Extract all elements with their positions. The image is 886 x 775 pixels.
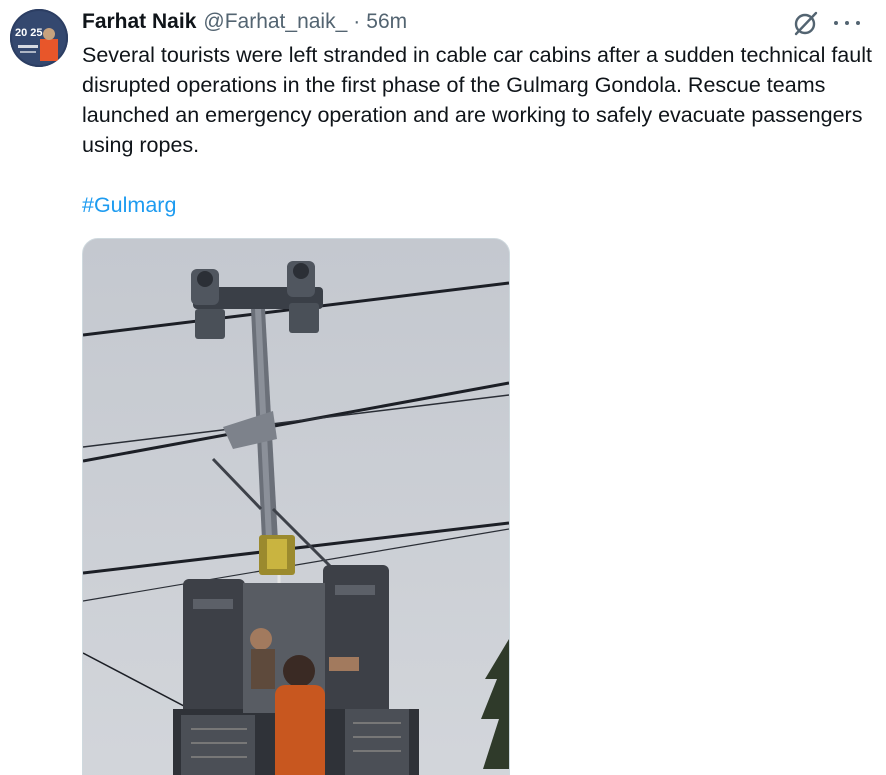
avatar-badge-text: 20 25 (15, 27, 43, 39)
separator-dot: · (353, 10, 361, 33)
grok-icon[interactable] (792, 9, 820, 37)
author-handle[interactable]: @Farhat_naik_ (203, 10, 347, 34)
tweet-card[interactable]: 20 25 Farhat Naik @Farhat_naik_ · 56m Se… (0, 0, 886, 775)
tweet-header: Farhat Naik @Farhat_naik_ · 56m (82, 8, 407, 36)
hashtag-link[interactable]: #Gulmarg (82, 190, 176, 220)
author-name[interactable]: Farhat Naik (82, 10, 196, 34)
tweet-text: Several tourists were left stranded in c… (82, 43, 872, 157)
tweet-media-video[interactable] (82, 238, 510, 775)
avatar[interactable]: 20 25 (10, 9, 68, 67)
tweet-timestamp[interactable]: 56m (366, 10, 407, 34)
more-icon[interactable] (834, 10, 860, 36)
